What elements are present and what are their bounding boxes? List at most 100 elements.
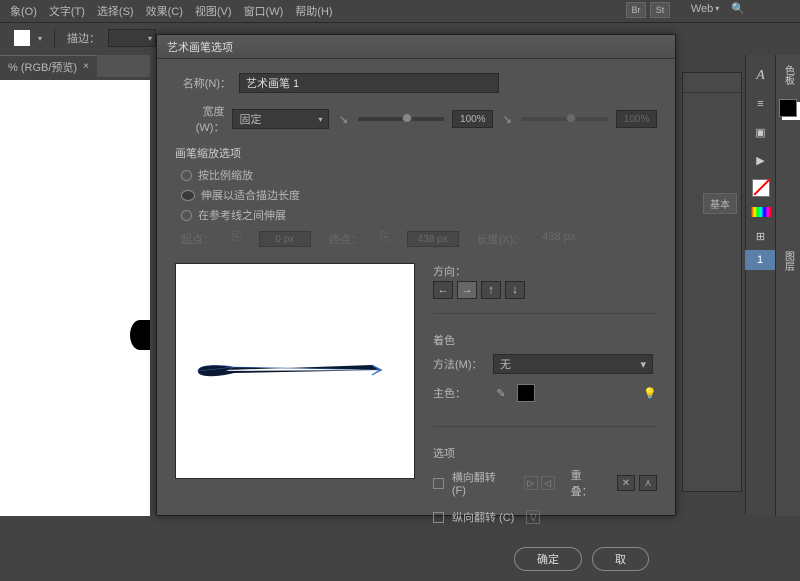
scale-proportional-radio[interactable]: 按比例缩放 [181, 167, 657, 183]
flip-horizontal-checkbox[interactable] [433, 478, 444, 489]
flip-horizontal-label: 横向翻转 (F) [452, 469, 512, 497]
selection-icon[interactable] [14, 30, 30, 46]
layers-panel-tab[interactable]: 图层 [781, 251, 796, 271]
pathfinder-panel-icon[interactable]: ▣ [751, 123, 771, 141]
menu-bar: 象(O) 文字(T) 选择(S) 效果(C) 视图(V) 窗口(W) 帮助(H) [0, 0, 800, 22]
method-value: 无 [500, 356, 511, 372]
options-title: 选项 [433, 445, 657, 461]
end-field: 438 px [407, 231, 459, 247]
width-type-dropdown[interactable]: 固定 ▾ [232, 109, 329, 129]
scale-options-title: 画笔缩放选项 [175, 145, 657, 161]
width-type-value: 固定 [239, 111, 261, 127]
keycolor-swatch[interactable] [517, 384, 535, 402]
swatch-none[interactable] [752, 179, 770, 197]
direction-left-button[interactable]: ← [433, 281, 453, 299]
overlap-label: 重叠： [571, 467, 603, 499]
colorization-method-dropdown[interactable]: 无 ▾ [493, 354, 653, 374]
keycolor-label: 主色： [433, 385, 485, 401]
ok-button[interactable]: 确定 [514, 547, 582, 571]
guide-fields: 起点： ⎘ 0 px 终点： ⎘ 438 px 长度(X)： 438 px [181, 231, 657, 247]
swatches-panel-tab[interactable]: 色板 [781, 65, 796, 85]
menu-select[interactable]: 选择(S) [97, 3, 134, 19]
canvas-shape [130, 320, 150, 350]
workspace-dropdown[interactable]: Web ▾ 🔍 [691, 2, 745, 15]
right-dock-column: A ≡ ▣ ▶ ⊞ [745, 55, 775, 515]
pen-tilt-right-icon[interactable]: ↘ [501, 112, 513, 126]
width-percent-field[interactable]: 100% [452, 110, 493, 128]
brushes-panel[interactable]: 基本 [682, 72, 742, 492]
width-percent-field-2: 100% [616, 110, 657, 128]
end-label: 终点： [329, 231, 362, 247]
brush-preview [175, 263, 415, 479]
app-switch-icons: Br St [626, 2, 670, 18]
colorization-title: 着色 [433, 332, 657, 348]
art-brush-options-dialog: 艺术画笔选项 名称(N)： 艺术画笔 1 宽度(W)： 固定 ▾ ↘ 100% … [156, 34, 676, 516]
brush-stroke-preview [194, 362, 394, 380]
flip-h-icon: ▷ [524, 476, 538, 490]
stretch-to-fit-radio[interactable]: 伸展以适合描边长度 [181, 187, 657, 203]
far-right-dock: 色板 图层 [775, 55, 800, 516]
close-icon[interactable]: × [83, 61, 89, 72]
width-label: 宽度(W)： [175, 103, 224, 135]
menu-window[interactable]: 窗口(W) [244, 3, 284, 19]
chevron-down-icon: ▾ [318, 115, 322, 124]
flip-vertical-label: 纵向翻转 (C) [452, 509, 514, 525]
link-icon: ⎘ [380, 231, 389, 247]
name-label: 名称(N)： [175, 75, 231, 91]
menu-view[interactable]: 视图(V) [195, 3, 232, 19]
chevron-down-icon[interactable]: ▾ [38, 34, 42, 43]
menu-effect[interactable]: 效果(C) [146, 3, 183, 19]
menu-object[interactable]: 象(O) [10, 3, 37, 19]
flip-vertical-checkbox[interactable] [433, 512, 444, 523]
gradient-swatch[interactable] [751, 207, 771, 217]
tips-icon[interactable]: 💡 [643, 387, 657, 400]
overlap-option-1[interactable]: ✕ [617, 475, 635, 491]
dialog-titlebar[interactable]: 艺术画笔选项 [157, 35, 675, 59]
radio-label: 在参考线之间伸展 [198, 207, 286, 223]
start-label: 起点： [181, 231, 214, 247]
direction-right-button[interactable]: → [457, 281, 477, 299]
play-icon[interactable]: ▶ [751, 151, 771, 169]
stretch-between-guides-radio[interactable]: 在参考线之间伸展 [181, 207, 657, 223]
direction-down-button[interactable]: ↓ [505, 281, 525, 299]
align-panel-icon[interactable]: ≡ [751, 95, 771, 113]
width-slider[interactable] [358, 117, 445, 121]
workspace-label: Web [691, 3, 713, 15]
stroke-label: 描边： [67, 30, 100, 46]
length-label: 长度(X)： [477, 231, 525, 247]
direction-up-button[interactable]: ↑ [481, 281, 501, 299]
length-value: 438 px [542, 231, 575, 247]
chevron-down-icon: ▾ [640, 358, 646, 371]
brush-basic-button[interactable]: 基本 [703, 193, 737, 214]
document-tab[interactable]: % (RGB/预览) × [0, 55, 97, 77]
start-field: 0 px [259, 231, 311, 247]
search-icon[interactable]: 🔍 [731, 2, 745, 15]
fill-swatch[interactable] [779, 99, 797, 117]
stroke-weight-dropdown[interactable]: ▾ [108, 29, 156, 47]
radio-label: 伸展以适合描边长度 [201, 187, 300, 203]
flip-v-icon: ▽ [526, 510, 540, 524]
stock-icon[interactable]: St [650, 2, 670, 18]
menu-type[interactable]: 文字(T) [49, 3, 85, 19]
character-panel-icon[interactable]: A [751, 67, 771, 85]
menu-help[interactable]: 帮助(H) [295, 3, 332, 19]
method-label: 方法(M)： [433, 356, 485, 372]
pen-tilt-left-icon[interactable]: ↘ [337, 112, 349, 126]
overlap-option-2[interactable]: ⋏ [639, 475, 657, 491]
radio-label: 按比例缩放 [198, 167, 253, 183]
document-tabs: % (RGB/预览) × [0, 55, 150, 77]
cancel-button[interactable]: 取 [592, 547, 649, 571]
bridge-icon[interactable]: Br [626, 2, 646, 18]
chevron-down-icon: ▾ [715, 4, 719, 13]
brush-name-input[interactable]: 艺术画笔 1 [239, 73, 499, 93]
document-tab-label: % (RGB/预览) [8, 59, 77, 75]
link-icon: ⎘ [232, 231, 241, 247]
layer-1-row[interactable]: 1 [745, 250, 775, 270]
width-slider-2 [522, 117, 609, 121]
eyedropper-icon[interactable]: ✎ [493, 385, 509, 401]
dialog-title: 艺术画笔选项 [167, 39, 233, 55]
artboard[interactable] [0, 80, 150, 516]
grid-icon[interactable]: ⊞ [751, 227, 771, 245]
direction-title: 方向： [433, 263, 657, 279]
flip-h-icon-2: ◁ [541, 476, 555, 490]
